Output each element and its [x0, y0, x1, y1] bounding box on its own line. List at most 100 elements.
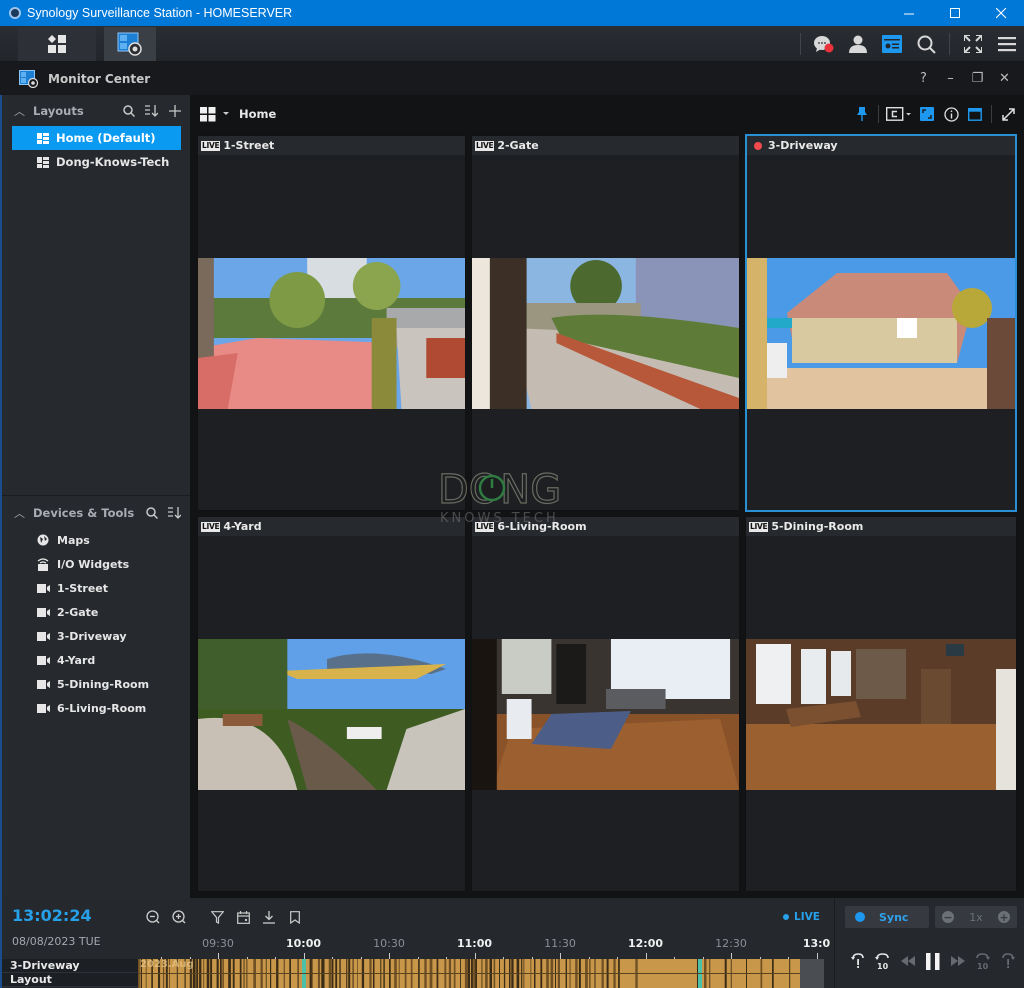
collapse-layouts-chevron-icon[interactable]: ︿ — [14, 103, 28, 119]
camera-tile-1-street[interactable]: LIVE 1-Street — [197, 135, 466, 511]
device-item-maps[interactable]: Maps — [36, 528, 90, 552]
expand-button[interactable] — [996, 102, 1020, 126]
collapse-devices-chevron-icon[interactable]: ︿ — [14, 505, 28, 521]
speed-decrease-button[interactable]: − — [942, 911, 954, 923]
camera-tile-5-dining-room[interactable]: LIVE 5-Dining-Room — [745, 516, 1017, 892]
speed-increase-button[interactable]: + — [997, 911, 1010, 923]
main-menu-tab[interactable] — [18, 27, 96, 61]
device-item-1-street[interactable]: 1-Street — [36, 576, 108, 600]
live-badge: LIVE — [749, 521, 769, 532]
layout-grid-icon — [200, 106, 216, 121]
sort-devices-button[interactable] — [163, 502, 186, 524]
timeline-tick-label: 11:30 — [544, 937, 576, 950]
surveillance-station-app-icon — [9, 7, 21, 19]
camera-tile-label: 4-Yard — [223, 520, 262, 533]
camera-tile-2-gate[interactable]: LIVE 2-Gate — [471, 135, 740, 511]
device-item-label: 4-Yard — [57, 653, 96, 667]
live-view-area: Home LIVE 1-Street LIVE 2-Gate 3-Drivewa… — [190, 95, 1024, 898]
previous-event-icon — [850, 953, 864, 968]
device-item-5-dining-room[interactable]: 5-Dining-Room — [36, 672, 149, 696]
device-item-label: 2-Gate — [57, 605, 99, 619]
app-close-button[interactable]: ✕ — [991, 62, 1018, 95]
io-widget-icon — [37, 557, 49, 571]
window-close-button[interactable] — [978, 0, 1024, 26]
pin-button[interactable] — [850, 102, 874, 126]
fullscreen-button[interactable] — [956, 26, 990, 62]
window-minimize-button[interactable] — [886, 0, 932, 26]
download-button[interactable] — [257, 908, 281, 926]
help-button[interactable]: ? — [910, 62, 937, 95]
forward-10-button[interactable]: 10 — [970, 950, 995, 972]
sidebar: ︿ Layouts Home (Default) Dong-Knows-Tech… — [0, 95, 190, 898]
layout-icon — [37, 156, 49, 168]
search-devices-button[interactable] — [140, 502, 163, 524]
widget-icon — [882, 35, 902, 53]
monitor-center-tab[interactable] — [104, 27, 156, 61]
live-badge: LIVE — [475, 521, 495, 532]
camera-tile-header: LIVE 5-Dining-Room — [746, 517, 1016, 536]
layout-item-label: Dong-Knows-Tech — [56, 155, 170, 169]
search-button[interactable] — [909, 26, 943, 62]
camera-tile-3-driveway[interactable]: 3-Driveway — [745, 134, 1017, 512]
widget-button[interactable] — [875, 26, 909, 62]
live-indicator[interactable]: LIVE — [783, 911, 820, 923]
camera-tile-header: LIVE 2-Gate — [472, 136, 739, 155]
live-badge: LIVE — [475, 140, 495, 151]
timeline-ruler[interactable]: 09:30 10:00 10:30 11:00 11:30 12:00 12:30 13:0 — [138, 930, 830, 960]
layout-selector[interactable]: Home — [200, 106, 276, 122]
timeline-tick-label: 12:30 — [715, 937, 747, 950]
track-divider — [138, 973, 824, 974]
capture-dropdown-button[interactable] — [883, 102, 915, 126]
window-title: Synology Surveillance Station - HOMESERV… — [27, 6, 293, 20]
device-item-io-widgets[interactable]: I/O Widgets — [36, 552, 129, 576]
calendar-button[interactable] — [231, 908, 255, 926]
bookmark-button[interactable] — [283, 908, 307, 926]
pause-button[interactable] — [920, 950, 945, 972]
camera-tile-6-living-room[interactable]: LIVE 6-Living-Room — [471, 516, 740, 892]
search-icon — [917, 35, 936, 54]
rewind-button[interactable] — [895, 950, 920, 972]
next-event-button[interactable] — [995, 950, 1020, 972]
fit-button[interactable] — [915, 102, 939, 126]
add-layout-button[interactable] — [163, 100, 186, 122]
pin-icon — [857, 107, 867, 121]
timeline-year-month: 2023.Aug — [140, 959, 194, 970]
search-icon — [122, 105, 135, 117]
camera-tile-4-yard[interactable]: LIVE 4-Yard — [197, 516, 466, 892]
window-mode-button[interactable] — [963, 102, 987, 126]
main-menu-button[interactable] — [990, 26, 1024, 62]
devices-section-header: ︿ Devices & Tools — [2, 498, 190, 528]
svg-text:10: 10 — [977, 962, 989, 970]
sort-layouts-button[interactable] — [140, 100, 163, 122]
rewind-10-button[interactable]: 10 — [870, 950, 895, 972]
sidebar-divider[interactable] — [2, 495, 190, 496]
device-item-3-driveway[interactable]: 3-Driveway — [36, 624, 127, 648]
notifications-button[interactable] — [807, 26, 841, 62]
fast-forward-button[interactable] — [945, 950, 970, 972]
timeline-tick-label: 09:30 — [202, 937, 234, 950]
layout-item-home-default[interactable]: Home (Default) — [12, 126, 181, 150]
sync-toggle[interactable]: Sync — [845, 906, 929, 928]
search-layouts-button[interactable] — [117, 100, 140, 122]
fast-forward-icon — [950, 956, 965, 966]
layout-item-dong-knows-tech[interactable]: Dong-Knows-Tech — [12, 150, 181, 174]
user-button[interactable] — [841, 26, 875, 62]
zoom-out-button[interactable] — [141, 908, 165, 926]
camera-icon — [36, 679, 50, 689]
window-title-bar: Synology Surveillance Station - HOMESERV… — [0, 0, 1024, 26]
pause-icon — [925, 952, 939, 970]
track-label-layout: Layout — [2, 973, 138, 987]
device-item-6-living-room[interactable]: 6-Living-Room — [36, 696, 146, 720]
zoom-in-button[interactable] — [167, 908, 191, 926]
app-topbar — [0, 26, 1024, 62]
info-button[interactable] — [939, 102, 963, 126]
previous-event-button[interactable] — [845, 950, 870, 972]
recording-tracks[interactable]: 2023.Aug — [138, 959, 824, 988]
window-maximize-button[interactable] — [932, 0, 978, 26]
camera-feed-3-driveway — [747, 258, 1015, 409]
filter-button[interactable] — [205, 908, 229, 926]
device-item-2-gate[interactable]: 2-Gate — [36, 600, 98, 624]
app-restore-button[interactable]: ❐ — [964, 62, 991, 95]
app-minimize-button[interactable]: – — [937, 62, 964, 95]
device-item-4-yard[interactable]: 4-Yard — [36, 648, 95, 672]
